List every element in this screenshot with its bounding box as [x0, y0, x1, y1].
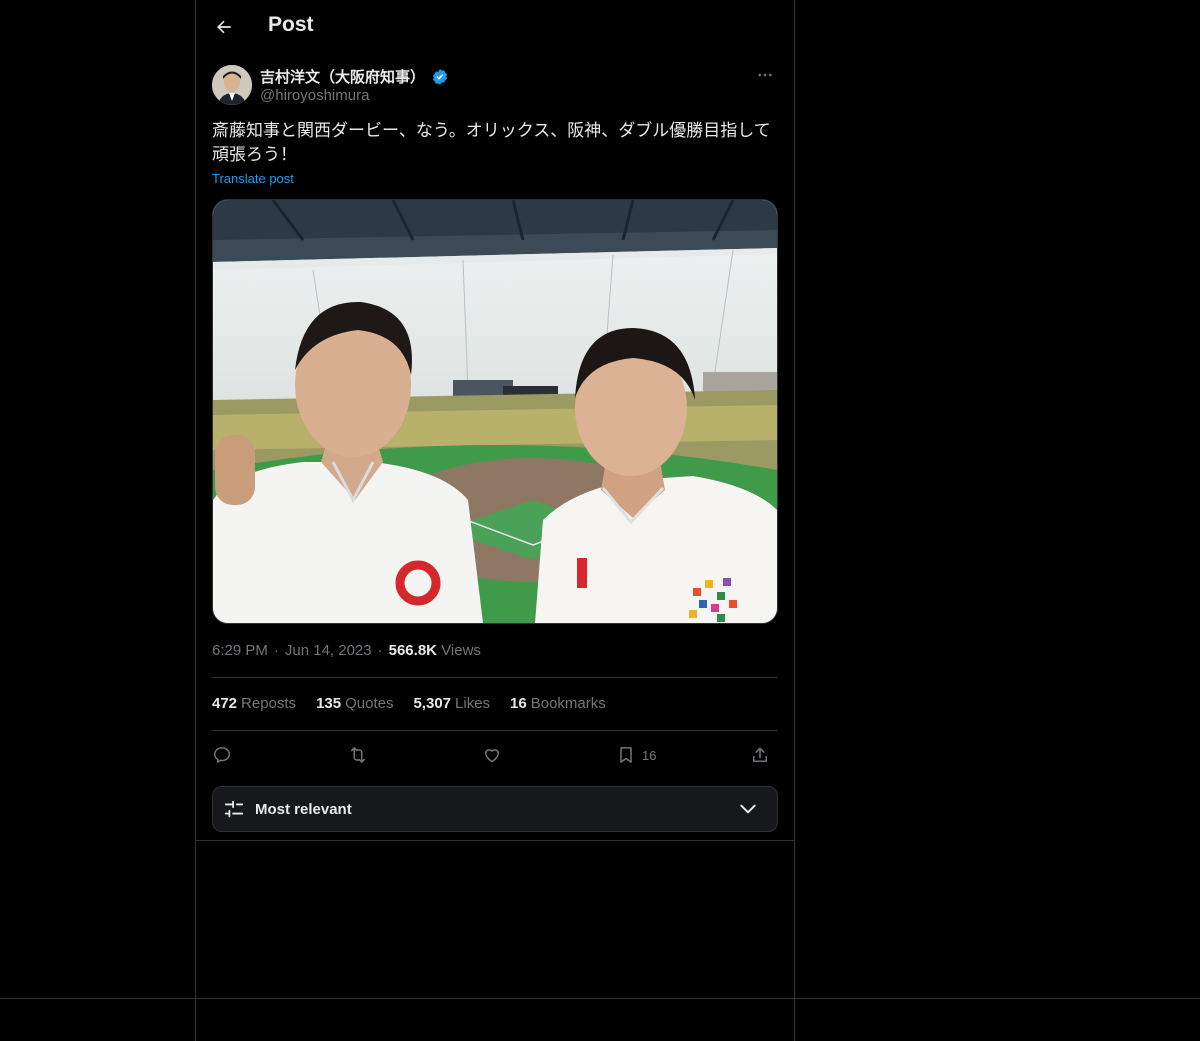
reposts-count: 472 — [212, 695, 238, 712]
chevron-down-icon — [740, 804, 756, 814]
main-column: Post 吉村洋文（大阪府知事） @hiroyoshimura 斎藤知事と関西ダ… — [195, 0, 795, 1041]
views-count: 566.8K — [388, 642, 437, 659]
post-time[interactable]: 6:29 PM — [212, 642, 268, 659]
tune-icon — [224, 800, 244, 818]
bookmark-icon — [620, 747, 632, 763]
bookmarks-stat[interactable]: 16 Bookmarks — [510, 695, 606, 712]
share-button[interactable] — [750, 741, 770, 769]
author-handle[interactable]: @hiroyoshimura — [260, 87, 369, 104]
divider — [212, 730, 778, 731]
author-name-row: 吉村洋文（大阪府知事） — [260, 66, 449, 87]
reposts-label: Reposts — [241, 695, 297, 712]
quotes-label: Quotes — [345, 695, 394, 712]
quotes-stat[interactable]: 135 Quotes — [316, 695, 393, 712]
repost-button[interactable] — [348, 741, 368, 769]
meta-separator: · — [273, 642, 279, 659]
like-icon — [485, 749, 499, 763]
back-button[interactable] — [206, 9, 242, 45]
divider — [196, 840, 794, 841]
reply-button[interactable] — [212, 741, 232, 769]
reposts-stat[interactable]: 472 Reposts — [212, 695, 296, 712]
engagement-stats: 472 Reposts 135 Quotes 5,307 Likes 16 Bookma… — [212, 695, 606, 712]
post-date[interactable]: Jun 14, 2023 — [285, 642, 372, 659]
top-bar: Post — [196, 0, 794, 54]
bookmark-count: 16 — [642, 747, 657, 763]
repost-icon — [351, 747, 365, 763]
more-button[interactable] — [750, 64, 780, 86]
views-count-block[interactable]: 566.8K Views — [389, 642, 481, 659]
reply-icon — [213, 747, 231, 763]
share-icon — [753, 747, 767, 762]
post-photo[interactable] — [212, 199, 778, 624]
page-title: Post — [268, 13, 314, 36]
author-name[interactable]: 吉村洋文（大阪府知事） — [260, 66, 425, 87]
likes-stat[interactable]: 5,307 Likes — [413, 695, 490, 712]
bookmark-button[interactable]: 16 — [616, 741, 656, 769]
avatar-image — [212, 65, 252, 105]
views-label: Views — [441, 642, 481, 659]
bookmarks-label: Bookmarks — [530, 695, 606, 712]
verified-badge-icon[interactable] — [431, 68, 449, 86]
sort-label: Most relevant — [255, 800, 352, 818]
avatar[interactable] — [212, 65, 252, 105]
reply-sort-dropdown[interactable]: Most relevant — [212, 786, 778, 832]
likes-label: Likes — [455, 695, 491, 712]
bookmarks-count: 16 — [510, 695, 527, 712]
post-text: 斎藤知事と関西ダービー、なう。オリックス、阪神、ダブル優勝目指して頑張ろう！ — [212, 121, 771, 164]
like-button[interactable] — [482, 741, 502, 769]
meta-separator: · — [377, 642, 383, 659]
stadium-selfie-photo — [213, 200, 777, 623]
translate-post-link[interactable]: Translate post — [212, 171, 294, 186]
quotes-count: 135 — [316, 695, 342, 712]
action-bar: 16 — [212, 741, 778, 769]
divider — [212, 677, 778, 678]
likes-count: 5,307 — [413, 695, 452, 712]
more-icon — [758, 73, 772, 77]
divider — [0, 998, 1200, 999]
post-meta: 6:29 PM · Jun 14, 2023 · 566.8K Views — [212, 642, 481, 659]
back-arrow-icon — [217, 20, 231, 34]
